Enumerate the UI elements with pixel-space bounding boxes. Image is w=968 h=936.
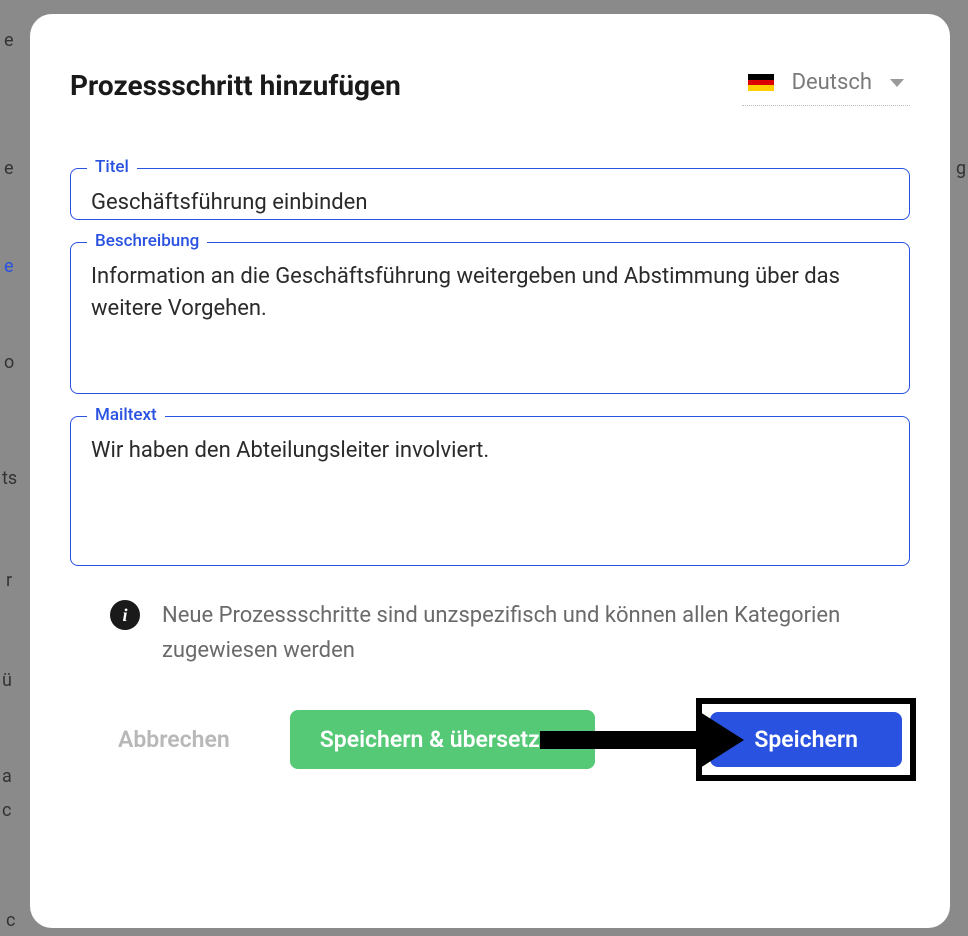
info-text: Neue Prozessschritte sind unzspezifisch …: [162, 598, 900, 668]
bg-text: e: [4, 158, 14, 179]
save-button[interactable]: Speichern: [710, 712, 902, 767]
beschreibung-legend: Beschreibung: [87, 231, 207, 251]
info-icon: i: [110, 600, 140, 630]
german-flag-icon: [748, 74, 774, 91]
bg-text: e: [4, 30, 14, 51]
bg-text: c: [6, 910, 15, 931]
mailtext-legend: Mailtext: [87, 405, 165, 425]
language-select[interactable]: Deutsch: [742, 64, 910, 106]
bg-text: e: [4, 256, 14, 277]
button-row: Abbrechen Speichern & übersetzen Speiche…: [70, 698, 910, 781]
cancel-button[interactable]: Abbrechen: [118, 710, 230, 769]
mailtext-textarea[interactable]: [91, 435, 891, 563]
titel-input[interactable]: [91, 187, 891, 219]
bg-text: ts: [2, 468, 17, 489]
bg-text: o: [4, 352, 14, 373]
save-and-translate-button[interactable]: Speichern & übersetzen: [290, 710, 595, 769]
language-label: Deutsch: [792, 70, 872, 95]
bg-text: c: [2, 800, 11, 821]
modal-header: Prozessschritt hinzufügen Deutsch: [70, 64, 910, 106]
beschreibung-field-group: Beschreibung: [70, 242, 910, 394]
bg-text: g: [956, 158, 966, 179]
modal-title: Prozessschritt hinzufügen: [70, 69, 401, 102]
chevron-down-icon: [890, 79, 904, 87]
bg-text: r: [6, 570, 12, 591]
beschreibung-textarea[interactable]: [91, 261, 891, 389]
info-row: i Neue Prozessschritte sind unzspezifisc…: [70, 588, 910, 668]
save-highlight-box: Speichern: [696, 698, 916, 781]
mailtext-field-group: Mailtext: [70, 416, 910, 566]
add-process-step-modal: Prozessschritt hinzufügen Deutsch Titel …: [30, 14, 950, 928]
titel-legend: Titel: [87, 157, 137, 177]
bg-text: a: [2, 766, 12, 787]
bg-text: ü: [2, 670, 12, 691]
titel-field-group: Titel: [70, 168, 910, 220]
